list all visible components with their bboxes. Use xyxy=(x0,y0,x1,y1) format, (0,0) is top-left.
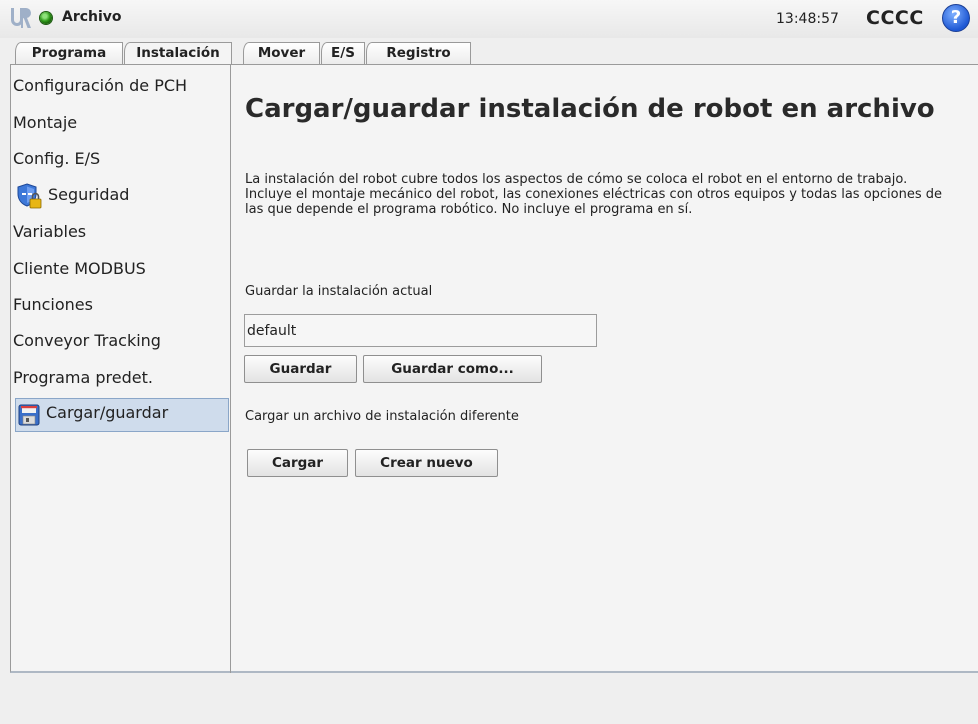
sidebar-item-label: Cliente MODBUS xyxy=(13,259,146,278)
save-button[interactable]: Guardar xyxy=(244,355,357,383)
sidebar-item-config-es[interactable]: Config. E/S xyxy=(10,143,230,177)
sidebar-item-label: Funciones xyxy=(13,295,93,314)
tab-bar: Programa Instalación Mover E/S Registro xyxy=(0,42,978,66)
sidebar-item-funciones[interactable]: Funciones xyxy=(10,289,230,323)
top-bar: Archivo 13:48:57 CCCC ? xyxy=(0,0,978,38)
ur-logo-icon xyxy=(11,7,32,28)
help-icon[interactable]: ? xyxy=(942,4,970,32)
sidebar-item-variables[interactable]: Variables xyxy=(10,216,230,250)
file-menu[interactable]: Archivo xyxy=(62,9,122,25)
sidebar-item-montaje[interactable]: Montaje xyxy=(10,107,230,141)
sidebar-item-label: Conveyor Tracking xyxy=(13,331,161,350)
robot-status-icon xyxy=(40,12,52,24)
sidebar-item-configuracion-pch[interactable]: Configuración de PCH xyxy=(10,70,230,104)
sidebar-item-conveyor-tracking[interactable]: Conveyor Tracking xyxy=(10,325,230,359)
clock: 13:48:57 xyxy=(776,11,839,27)
sidebar-item-label: Montaje xyxy=(13,113,78,132)
load-button[interactable]: Cargar xyxy=(247,449,348,477)
tab-programa[interactable]: Programa xyxy=(15,42,123,64)
sidebar-item-label: Programa predet. xyxy=(13,368,153,387)
sidebar-item-programa-predet[interactable]: Programa predet. xyxy=(10,362,230,396)
load-section-label: Cargar un archivo de instalación diferen… xyxy=(245,409,519,424)
sidebar-item-label: Variables xyxy=(13,222,87,241)
create-new-button[interactable]: Crear nuevo xyxy=(355,449,498,477)
tab-instalacion[interactable]: Instalación xyxy=(124,42,232,66)
floppy-disk-icon xyxy=(18,404,40,426)
save-as-button[interactable]: Guardar como... xyxy=(363,355,542,383)
installation-name-input[interactable] xyxy=(244,314,597,347)
page-title: Cargar/guardar instalación de robot en a… xyxy=(245,94,935,124)
save-section-label: Guardar la instalación actual xyxy=(245,284,433,299)
installation-sidebar: Configuración de PCH Montaje Config. E/S… xyxy=(10,64,231,673)
tab-registro[interactable]: Registro xyxy=(366,42,471,64)
sidebar-item-seguridad[interactable]: Seguridad xyxy=(10,179,230,213)
sidebar-item-cliente-modbus[interactable]: Cliente MODBUS xyxy=(10,253,230,287)
sidebar-item-label: Config. E/S xyxy=(13,149,101,168)
sidebar-item-label: Configuración de PCH xyxy=(13,76,188,95)
tab-mover[interactable]: Mover xyxy=(243,42,320,64)
shield-lock-icon xyxy=(17,183,42,209)
sidebar-item-label: Cargar/guardar xyxy=(46,403,169,422)
page-description: La instalación del robot cubre todos los… xyxy=(245,172,943,217)
sidebar-item-cargar-guardar[interactable]: Cargar/guardar xyxy=(15,398,229,432)
tab-es[interactable]: E/S xyxy=(321,42,365,64)
sidebar-item-label: Seguridad xyxy=(48,185,130,204)
robot-name: CCCC xyxy=(866,7,924,29)
